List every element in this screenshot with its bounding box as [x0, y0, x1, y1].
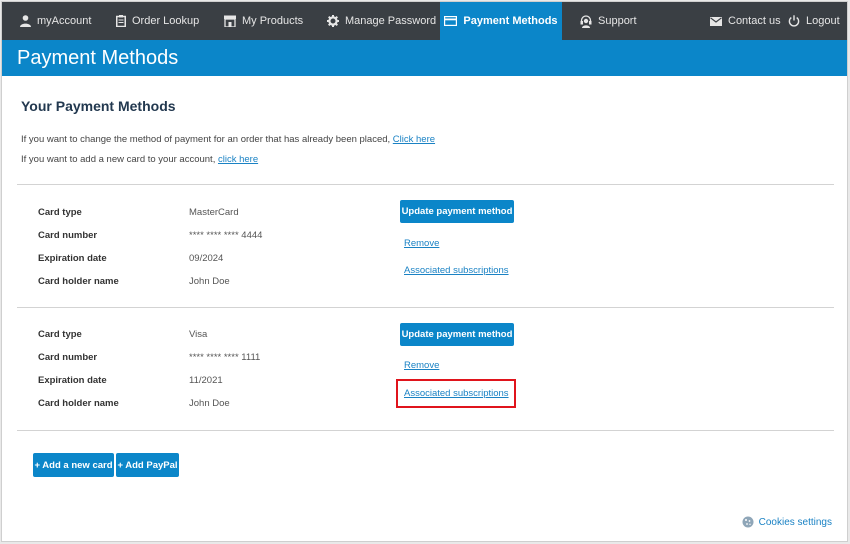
nav-item-order-lookup[interactable]: Order Lookup [116, 2, 199, 40]
highlight-box [396, 379, 516, 408]
add-card-link[interactable]: click here [218, 154, 258, 165]
update-payment-method-button[interactable]: Update payment method [400, 323, 514, 346]
card-type-value: Visa [189, 329, 208, 340]
add-paypal-button[interactable]: + Add PayPal [116, 453, 179, 477]
card-number-label: Card number [38, 352, 98, 363]
store-icon [224, 15, 236, 27]
change-payment-text: If you want to change the method of paym… [21, 134, 393, 145]
nav-label: My Products [242, 15, 304, 27]
cookies-settings-link[interactable]: Cookies settings [742, 516, 832, 528]
card-type-value: MasterCard [189, 207, 239, 218]
card-number-value: **** **** **** 4444 [189, 230, 263, 241]
nav-logout[interactable]: Logout [788, 2, 840, 40]
update-payment-method-button[interactable]: Update payment method [400, 200, 514, 223]
change-payment-note: If you want to change the method of paym… [21, 134, 435, 145]
page-title: Payment Methods [17, 47, 179, 69]
envelope-icon [710, 16, 722, 26]
add-new-card-button[interactable]: + Add a new card [33, 453, 114, 477]
nav-label: Payment Methods [463, 15, 558, 27]
nav-item-payment-methods[interactable]: Payment Methods [440, 2, 562, 40]
card-type-label: Card type [38, 329, 82, 340]
card-number-label: Card number [38, 230, 98, 241]
divider [17, 430, 834, 431]
top-navigation: myAccount Order Lookup My Products Manag… [2, 2, 847, 40]
expiration-date-label: Expiration date [38, 253, 107, 264]
nav-item-support[interactable]: Support [580, 2, 637, 40]
divider [17, 307, 834, 308]
user-icon [20, 15, 31, 27]
logout-label: Logout [806, 15, 840, 27]
contact-us-label: Contact us [728, 15, 781, 27]
page-header: Payment Methods [2, 40, 847, 76]
cookie-icon [742, 516, 754, 528]
card-holder-value: John Doe [189, 398, 230, 409]
change-payment-link[interactable]: Click here [393, 134, 435, 145]
card-number-value: **** **** **** 1111 [189, 352, 261, 363]
expiration-date-value: 09/2024 [189, 253, 224, 264]
nav-label: myAccount [37, 15, 92, 27]
section-title: Your Payment Methods [21, 98, 176, 114]
card-holder-label: Card holder name [38, 276, 119, 287]
remove-card-link[interactable]: Remove [404, 360, 439, 371]
divider [17, 184, 834, 185]
nav-label: Order Lookup [132, 15, 200, 27]
nav-item-myaccount[interactable]: myAccount [20, 2, 91, 40]
nav-item-manage-password[interactable]: Manage Password [327, 2, 436, 40]
card-holder-value: John Doe [189, 276, 230, 287]
credit-card-icon [444, 16, 458, 26]
add-card-text: If you want to add a new card to your ac… [21, 154, 218, 165]
cookies-settings-label: Cookies settings [758, 516, 832, 528]
app-window: myAccount Order Lookup My Products Manag… [1, 1, 848, 542]
gear-icon [327, 15, 339, 27]
nav-contact-us[interactable]: Contact us [710, 2, 781, 40]
power-icon [788, 15, 800, 27]
card-holder-label: Card holder name [38, 398, 119, 409]
card-type-label: Card type [38, 207, 82, 218]
nav-item-my-products[interactable]: My Products [224, 2, 303, 40]
nav-label: Manage Password [345, 15, 437, 27]
expiration-date-label: Expiration date [38, 375, 107, 386]
clipboard-icon [116, 15, 126, 27]
expiration-date-value: 11/2021 [189, 375, 223, 386]
associated-subscriptions-link[interactable]: Associated subscriptions [404, 265, 509, 276]
remove-card-link[interactable]: Remove [404, 238, 439, 249]
add-card-note: If you want to add a new card to your ac… [21, 154, 258, 165]
support-icon [580, 14, 592, 28]
nav-label: Support [598, 15, 637, 27]
